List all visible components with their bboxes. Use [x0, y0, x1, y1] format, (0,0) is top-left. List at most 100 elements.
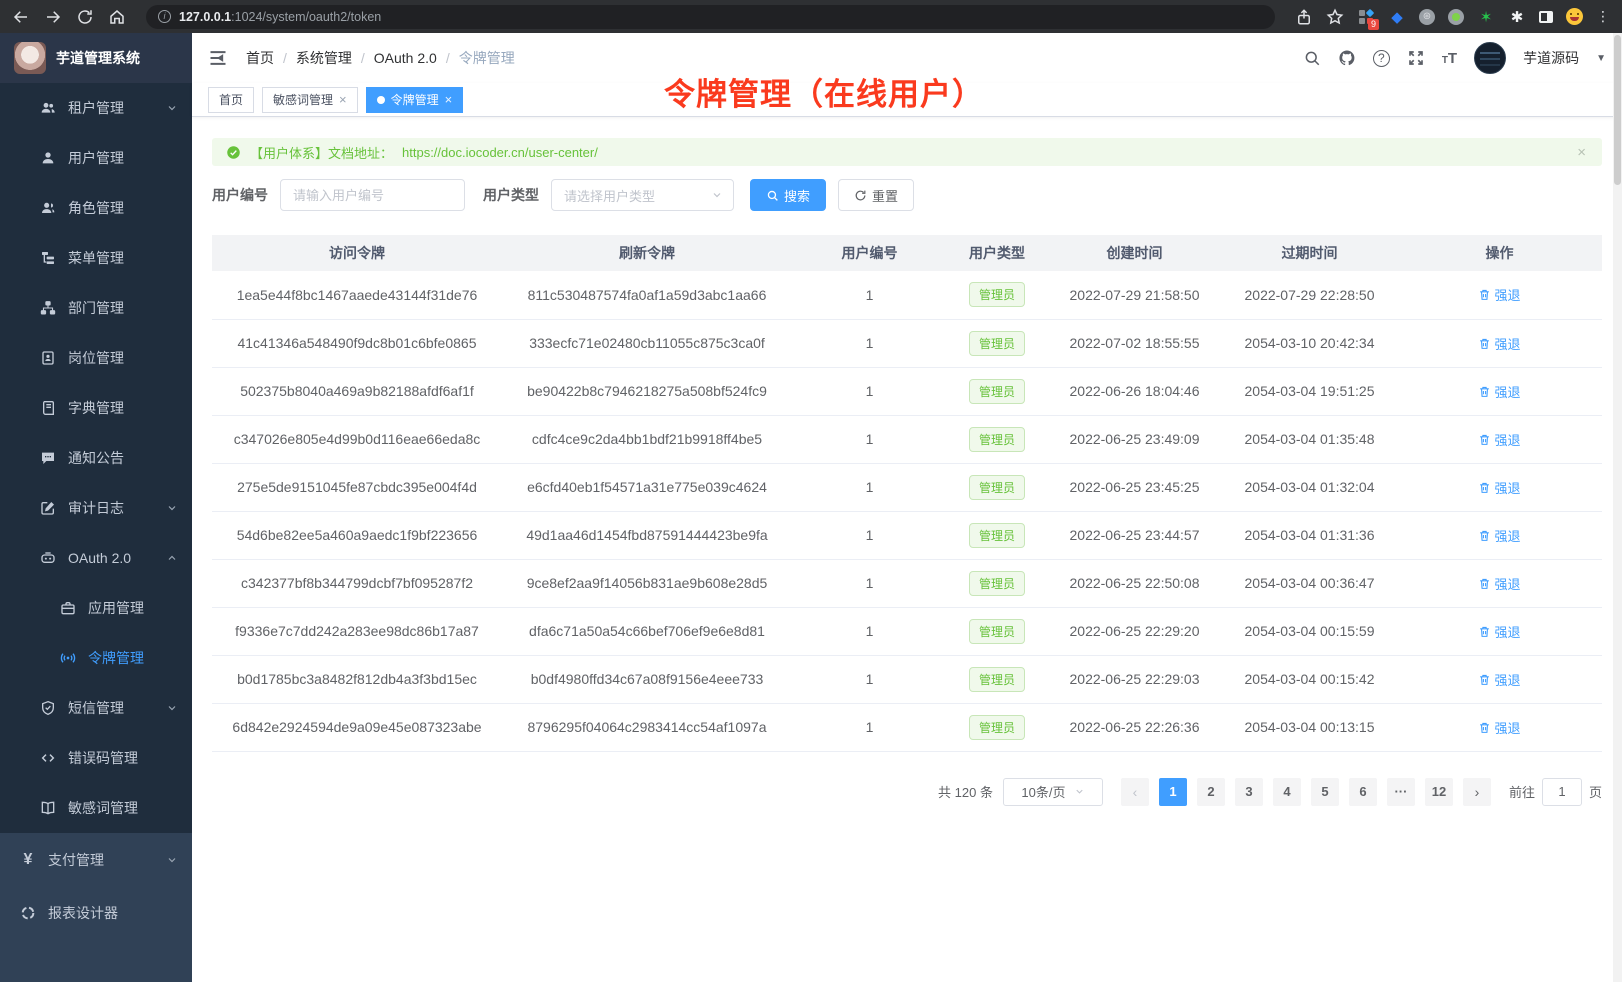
force-logout-button[interactable]: 强退	[1478, 670, 1520, 689]
tab-sensitive[interactable]: 敏感词管理×	[262, 87, 358, 113]
profile-avatar-icon[interactable]	[1566, 8, 1583, 25]
fullscreen-icon[interactable]	[1407, 49, 1425, 67]
font-size-icon[interactable]: TT	[1442, 50, 1457, 67]
force-logout-button[interactable]: 强退	[1478, 334, 1520, 353]
breadcrumb-home[interactable]: 首页	[246, 48, 274, 68]
sidebar-item-menu[interactable]: 菜单管理	[0, 233, 192, 283]
forward-icon[interactable]	[44, 8, 62, 26]
sidebar-item-sms[interactable]: 短信管理	[0, 683, 192, 733]
close-icon[interactable]: ×	[339, 92, 347, 107]
sidebar-item-dict[interactable]: 字典管理	[0, 383, 192, 433]
search-form: 用户编号 用户类型 请选择用户类型 搜索 重置	[212, 179, 1602, 211]
force-logout-button[interactable]: 强退	[1478, 285, 1520, 304]
help-icon[interactable]: ?	[1373, 50, 1390, 67]
next-page-button[interactable]: ›	[1463, 778, 1491, 806]
goto-page-input[interactable]	[1542, 778, 1582, 806]
table-row: c347026e805e4d99b0d116eae66eda8ccdfc4ce9…	[212, 415, 1602, 463]
trash-icon	[1478, 625, 1491, 638]
sidebar-item-post[interactable]: 岗位管理	[0, 333, 192, 383]
extension-greendot-icon[interactable]	[1448, 9, 1464, 25]
extension-grid-icon[interactable]: 9	[1357, 8, 1375, 26]
sidebar-item-oauth-token[interactable]: 令牌管理	[0, 633, 192, 683]
user-type-select[interactable]: 请选择用户类型	[551, 179, 734, 211]
username[interactable]: 芋道源码	[1523, 48, 1579, 68]
sidepanel-icon[interactable]	[1539, 11, 1553, 23]
report-icon	[20, 905, 36, 921]
force-logout-button[interactable]: 强退	[1478, 478, 1520, 497]
sidebar-item-tenant[interactable]: 租户管理	[0, 83, 192, 133]
sidebar-item-errorcode[interactable]: 错误码管理	[0, 733, 192, 783]
app-logo[interactable]: 芋道管理系统	[0, 33, 192, 83]
force-logout-button[interactable]: 强退	[1478, 574, 1520, 593]
bookmark-star-icon[interactable]	[1326, 8, 1344, 26]
sms-shield-icon	[40, 700, 56, 716]
main-area: 令牌管理（在线用户） 首页 / 系统管理 / OAuth 2.0 / 令牌管理 …	[192, 33, 1622, 982]
sidebar-item-user[interactable]: 用户管理	[0, 133, 192, 183]
collapse-sidebar-icon[interactable]	[208, 48, 228, 68]
page-ellipsis[interactable]: ···	[1387, 778, 1415, 806]
user-icon	[40, 150, 56, 166]
breadcrumb-oauth[interactable]: OAuth 2.0	[374, 50, 437, 66]
scrollbar-thumb[interactable]	[1614, 35, 1621, 185]
page-button-3[interactable]: 3	[1235, 778, 1263, 806]
page-button-6[interactable]: 6	[1349, 778, 1377, 806]
page-button-5[interactable]: 5	[1311, 778, 1339, 806]
sidebar-item-sensitive[interactable]: 敏感词管理	[0, 783, 192, 833]
force-logout-button[interactable]: 强退	[1478, 430, 1520, 449]
sidebar-item-pay[interactable]: ¥ 支付管理	[0, 833, 192, 886]
sidebar-item-role[interactable]: 角色管理	[0, 183, 192, 233]
tab-token[interactable]: 令牌管理×	[366, 87, 464, 113]
back-icon[interactable]	[12, 8, 30, 26]
alert-close-icon[interactable]: ×	[1577, 144, 1586, 161]
sidebar-item-label: 敏感词管理	[68, 798, 138, 818]
user-avatar[interactable]	[1474, 42, 1506, 74]
extension-star-icon[interactable]: ✶	[1477, 8, 1495, 26]
user-id-input[interactable]	[280, 179, 465, 211]
page-button-2[interactable]: 2	[1197, 778, 1225, 806]
sidebar-item-label: 字典管理	[68, 398, 124, 418]
prev-page-button[interactable]: ‹	[1121, 778, 1149, 806]
page-size-select[interactable]: 10条/页	[1003, 778, 1103, 806]
sidebar-item-dept[interactable]: 部门管理	[0, 283, 192, 333]
share-icon[interactable]	[1295, 8, 1313, 26]
app-title: 芋道管理系统	[56, 48, 140, 68]
table-header-row: 访问令牌 刷新令牌 用户编号 用户类型 创建时间 过期时间 操作	[212, 235, 1602, 271]
close-icon[interactable]: ×	[445, 92, 453, 107]
force-logout-button[interactable]: 强退	[1478, 526, 1520, 545]
page-button-4[interactable]: 4	[1273, 778, 1301, 806]
force-logout-button[interactable]: 强退	[1478, 718, 1520, 737]
site-info-icon[interactable]: i	[158, 10, 171, 23]
sidebar-item-oauth[interactable]: OAuth 2.0	[0, 533, 192, 583]
search-button[interactable]: 搜索	[750, 179, 826, 211]
extension-diamond-icon[interactable]: ◆	[1388, 8, 1406, 26]
github-icon[interactable]	[1338, 49, 1356, 67]
home-icon[interactable]	[108, 8, 126, 26]
sidebar-item-report[interactable]: 报表设计器	[0, 886, 192, 939]
reset-button[interactable]: 重置	[838, 179, 914, 211]
force-logout-button[interactable]: 强退	[1478, 382, 1520, 401]
col-expires: 过期时间	[1222, 235, 1397, 271]
page-button-1[interactable]: 1	[1159, 778, 1187, 806]
page-button-12[interactable]: 12	[1425, 778, 1453, 806]
sidebar-item-notice[interactable]: 通知公告	[0, 433, 192, 483]
sidebar-item-label: 审计日志	[68, 498, 124, 518]
tab-home[interactable]: 首页	[208, 87, 254, 113]
table-row: 1ea5e44f8bc1467aaede43144f31de76811c5304…	[212, 271, 1602, 319]
browser-menu-icon[interactable]: ⋮	[1596, 8, 1610, 25]
breadcrumb-system[interactable]: 系统管理	[296, 48, 352, 68]
force-logout-button[interactable]: 强退	[1478, 622, 1520, 641]
page-scrollbar[interactable]	[1613, 33, 1622, 982]
search-icon[interactable]	[1303, 49, 1321, 67]
sidebar-item-audit[interactable]: 审计日志	[0, 483, 192, 533]
address-bar[interactable]: i 127.0.0.1:1024/system/oauth2/token	[146, 5, 1275, 29]
sidebar-item-oauth-apps[interactable]: 应用管理	[0, 583, 192, 633]
menu-tree-icon	[40, 250, 56, 266]
token-table: 访问令牌 刷新令牌 用户编号 用户类型 创建时间 过期时间 操作 1ea5e44…	[212, 235, 1602, 752]
extension-circle-icon[interactable]: ⊛	[1419, 9, 1435, 25]
page-goto: 前往 页	[1509, 778, 1602, 806]
user-menu-caret-icon[interactable]: ▼	[1596, 53, 1606, 64]
sidebar-item-label: 部门管理	[68, 298, 124, 318]
extension-puzzle-icon[interactable]: ✱	[1508, 8, 1526, 26]
alert-link[interactable]: https://doc.iocoder.cn/user-center/	[402, 145, 598, 160]
reload-icon[interactable]	[76, 8, 94, 26]
